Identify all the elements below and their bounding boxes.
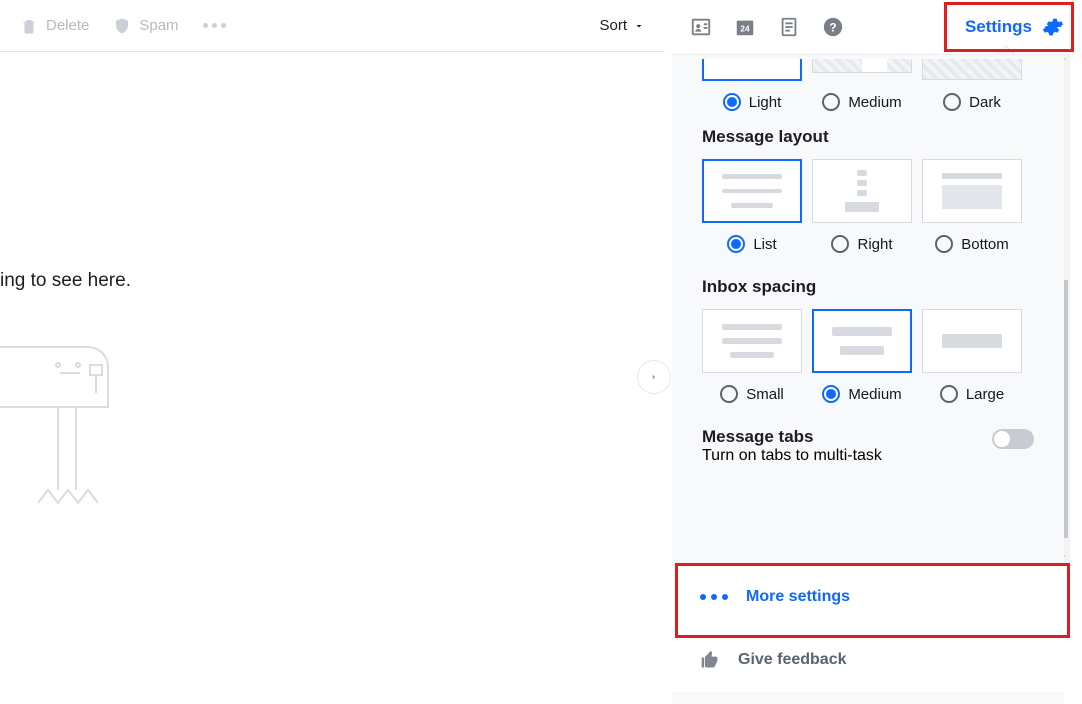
ellipsis-icon bbox=[700, 594, 728, 600]
trash-icon bbox=[20, 17, 38, 35]
ellipsis-icon bbox=[203, 23, 226, 28]
right-panel-header: 24 ? Settings bbox=[672, 0, 1082, 54]
settings-footer: More settings Give feedback bbox=[672, 565, 1064, 692]
chevron-down-icon bbox=[633, 20, 645, 32]
spacing-option-medium[interactable]: Medium bbox=[812, 385, 912, 403]
layout-label: Bottom bbox=[961, 236, 1009, 253]
notepad-icon[interactable] bbox=[778, 16, 800, 38]
spacing-option-small[interactable]: Small bbox=[702, 385, 802, 403]
message-tabs-toggle[interactable] bbox=[992, 429, 1034, 449]
more-settings-button[interactable]: More settings bbox=[672, 566, 1064, 628]
layout-preview-right[interactable] bbox=[812, 159, 912, 223]
radio-icon bbox=[940, 385, 958, 403]
spacing-label: Medium bbox=[848, 386, 901, 403]
layout-label: Right bbox=[857, 236, 892, 253]
help-icon[interactable]: ? bbox=[822, 16, 844, 38]
spacing-option-large[interactable]: Large bbox=[922, 385, 1022, 403]
spacing-preview-small[interactable] bbox=[702, 309, 802, 373]
layout-option-list[interactable]: List bbox=[702, 235, 802, 253]
give-feedback-button[interactable]: Give feedback bbox=[672, 628, 1064, 692]
theme-option-dark[interactable]: Dark bbox=[922, 93, 1022, 111]
mailbox-illustration bbox=[0, 345, 130, 515]
calendar-icon[interactable]: 24 bbox=[734, 16, 756, 38]
contacts-icon[interactable] bbox=[690, 16, 712, 38]
spam-button[interactable]: Spam bbox=[113, 17, 178, 35]
section-title: Message layout bbox=[702, 127, 1034, 147]
radio-icon bbox=[831, 235, 849, 253]
spacing-preview-large[interactable] bbox=[922, 309, 1022, 373]
more-settings-label: More settings bbox=[746, 588, 850, 606]
gear-icon bbox=[1042, 16, 1064, 38]
layout-option-bottom[interactable]: Bottom bbox=[922, 235, 1022, 253]
sort-button[interactable]: Sort bbox=[599, 17, 645, 34]
theme-option-medium[interactable]: Medium bbox=[812, 93, 912, 111]
spacing-preview-medium[interactable] bbox=[812, 309, 912, 373]
svg-text:?: ? bbox=[829, 21, 836, 35]
message-layout-section: Message layout List Right Bottom bbox=[672, 111, 1064, 261]
radio-icon bbox=[822, 93, 840, 111]
more-actions-button[interactable] bbox=[203, 23, 226, 28]
spacing-label: Large bbox=[966, 386, 1004, 403]
layout-preview-bottom[interactable] bbox=[922, 159, 1022, 223]
settings-button[interactable]: Settings bbox=[965, 16, 1064, 38]
svg-text:24: 24 bbox=[740, 25, 750, 34]
mail-toolbar: Delete Spam Sort bbox=[0, 0, 665, 52]
settings-label: Settings bbox=[965, 17, 1032, 37]
layout-label: List bbox=[753, 236, 776, 253]
theme-label: Dark bbox=[969, 94, 1001, 111]
theme-preview-dark[interactable] bbox=[922, 59, 1022, 80]
delete-button[interactable]: Delete bbox=[20, 17, 89, 35]
theme-label: Light bbox=[749, 94, 782, 111]
radio-icon bbox=[720, 385, 738, 403]
radio-icon bbox=[727, 235, 745, 253]
section-subtitle: Turn on tabs to multi-task bbox=[702, 447, 1034, 465]
feedback-label: Give feedback bbox=[738, 651, 847, 669]
layout-option-right[interactable]: Right bbox=[812, 235, 912, 253]
theme-label: Medium bbox=[848, 94, 901, 111]
theme-preview-light[interactable] bbox=[702, 59, 802, 81]
radio-icon bbox=[723, 93, 741, 111]
inbox-spacing-section: Inbox spacing Small Medium Large bbox=[672, 261, 1064, 411]
expand-button[interactable] bbox=[637, 360, 671, 394]
spacing-label: Small bbox=[746, 386, 784, 403]
delete-label: Delete bbox=[46, 17, 89, 34]
radio-icon bbox=[822, 385, 840, 403]
theme-previews bbox=[702, 59, 1034, 81]
section-title: Message tabs bbox=[702, 427, 1034, 447]
theme-preview-medium[interactable] bbox=[812, 59, 912, 73]
shield-x-icon bbox=[113, 17, 131, 35]
layout-preview-list[interactable] bbox=[702, 159, 802, 223]
chevron-right-icon bbox=[649, 372, 659, 382]
radio-icon bbox=[943, 93, 961, 111]
empty-state-text: ing to see here. bbox=[0, 270, 131, 292]
message-tabs-section: Message tabs Turn on tabs to multi-task bbox=[672, 411, 1064, 485]
thumbs-up-icon bbox=[700, 650, 720, 670]
section-title: Inbox spacing bbox=[702, 277, 1034, 297]
theme-radios: Light Medium Dark bbox=[702, 93, 1034, 111]
radio-icon bbox=[935, 235, 953, 253]
spam-label: Spam bbox=[139, 17, 178, 34]
theme-option-light[interactable]: Light bbox=[702, 93, 802, 111]
sort-label: Sort bbox=[599, 17, 627, 34]
